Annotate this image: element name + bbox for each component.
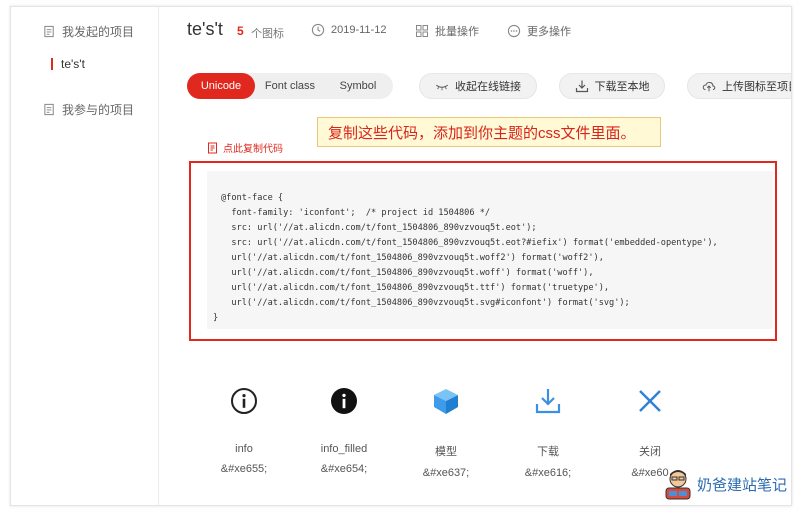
sidebar-item-my-projects[interactable]: 我发起的项目 — [43, 23, 134, 40]
mascot-logo-icon — [665, 470, 691, 500]
instruction-callout: 复制这些代码，添加到你主题的css文件里面。 — [317, 117, 661, 147]
close-icon — [639, 390, 661, 412]
clock-icon — [311, 23, 325, 37]
download-icon — [575, 80, 588, 93]
code-block: @font-face { font-family: 'iconfont'; /*… — [207, 171, 773, 329]
cloud-upload-icon — [702, 81, 716, 92]
code-line: url('//at.alicdn.com/t/font_1504806_890v… — [221, 253, 604, 263]
watermark: 奶爸建站笔记 — [663, 467, 787, 501]
more-icon — [507, 24, 521, 38]
document-icon — [44, 25, 54, 38]
icon-count-label: 个图标 — [251, 28, 284, 40]
download-local-button[interactable]: 下载至本地 — [559, 73, 665, 99]
download-local-label: 下载至本地 — [594, 81, 650, 93]
tab-symbol[interactable]: Symbol — [325, 73, 391, 99]
icon-card[interactable]: info &#xe655; — [209, 385, 279, 475]
date-text: 2019-11-12 — [331, 24, 387, 36]
code-line: font-family: 'iconfont'; /* project id 1… — [221, 208, 491, 218]
icon-card[interactable]: 关闭 &#xe60 — [615, 385, 685, 479]
collapse-link-button[interactable]: 收起在线链接 — [419, 73, 537, 99]
info-outline-icon — [231, 388, 257, 414]
code-line: url('//at.alicdn.com/t/font_1504806_890v… — [221, 283, 610, 293]
icon-card[interactable]: info_filled &#xe654; — [309, 385, 379, 475]
project-date: 2019-11-12 — [311, 23, 386, 37]
document-icon — [44, 103, 54, 116]
code-line: src: url('//at.alicdn.com/t/font_1504806… — [221, 223, 537, 233]
cube-icon — [434, 389, 458, 414]
active-indicator — [51, 58, 53, 70]
icon-name: 模型 — [435, 446, 457, 458]
icon-name: 关闭 — [639, 446, 661, 458]
icon-count: 5 — [237, 24, 244, 38]
download-icon — [535, 389, 561, 414]
copy-icon — [208, 142, 217, 153]
project-title: te's't — [187, 19, 223, 39]
upload-icons-button[interactable]: 上传图标至项目 — [687, 73, 792, 99]
sidebar-item-label: te's't — [61, 57, 85, 71]
app-window: 我发起的项目 te's't 我参与的项目 te's't 5 个图标 2019-1… — [10, 6, 792, 506]
eye-closed-icon — [435, 84, 449, 91]
code-line: src: url('//at.alicdn.com/t/font_1504806… — [221, 238, 718, 248]
icon-code: &#xe654; — [320, 463, 368, 475]
watermark-text: 奶爸建站笔记 — [697, 476, 788, 494]
copy-code-label: 点此复制代码 — [223, 144, 283, 155]
info-filled-icon — [331, 388, 357, 414]
more-ops-label: 更多操作 — [527, 26, 571, 38]
upload-icons-label: 上传图标至项目 — [722, 81, 792, 93]
batch-ops-button[interactable]: 批量操作 — [415, 23, 479, 39]
sidebar-item-label: 我发起的项目 — [62, 25, 135, 39]
more-ops-button[interactable]: 更多操作 — [507, 23, 571, 39]
icon-name: 下载 — [537, 446, 559, 458]
icon-name: info — [235, 443, 253, 455]
icon-card[interactable]: 下载 &#xe616; — [513, 385, 583, 479]
code-line: } — [213, 313, 219, 323]
code-line: @font-face { — [221, 193, 284, 203]
icon-card[interactable]: 模型 &#xe637; — [411, 385, 481, 479]
collapse-link-label: 收起在线链接 — [455, 81, 521, 93]
sidebar-item-current-project[interactable]: te's't — [51, 57, 85, 71]
sidebar: 我发起的项目 te's't 我参与的项目 — [11, 7, 159, 505]
sidebar-item-joined-projects[interactable]: 我参与的项目 — [43, 101, 134, 118]
icon-code: &#xe616; — [524, 467, 572, 479]
tab-font-class[interactable]: Font class — [255, 73, 325, 99]
batch-ops-label: 批量操作 — [435, 26, 479, 38]
copy-code-link[interactable]: 点此复制代码 — [207, 140, 283, 155]
tab-unicode[interactable]: Unicode — [187, 73, 255, 99]
format-tabs: Unicode Font class Symbol — [187, 73, 393, 99]
icon-code: &#xe637; — [422, 467, 470, 479]
code-snippet-box: @font-face { font-family: 'iconfont'; /*… — [189, 161, 777, 341]
icon-code: &#xe655; — [220, 463, 268, 475]
sidebar-item-label: 我参与的项目 — [62, 103, 135, 117]
code-line: url('//at.alicdn.com/t/font_1504806_890v… — [221, 268, 594, 278]
code-line: url('//at.alicdn.com/t/font_1504806_890v… — [221, 298, 630, 308]
grid-icon — [416, 25, 428, 37]
icon-name: info_filled — [320, 443, 368, 455]
